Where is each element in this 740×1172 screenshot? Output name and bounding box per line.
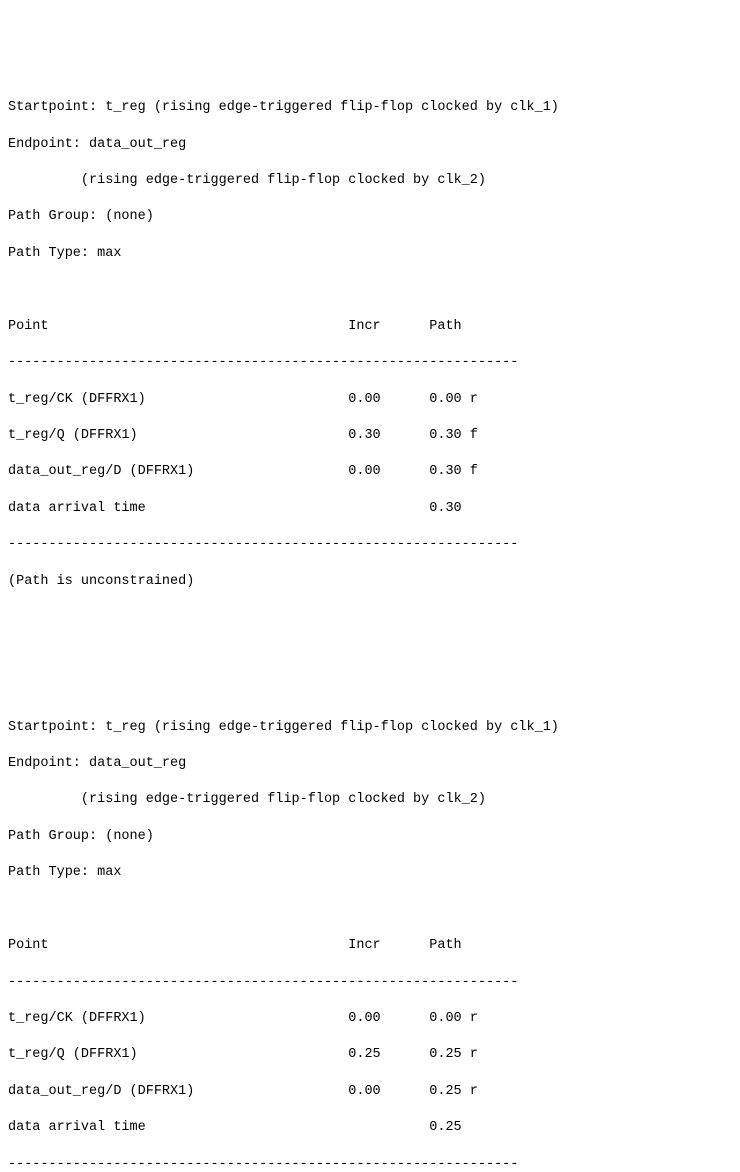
table-row: t_reg/CK (DFFRX1)0.000.00 r <box>8 1010 732 1028</box>
incr-cell: 0.00 <box>348 1083 429 1101</box>
path-group-value: (none) <box>105 829 154 844</box>
path-type-value: max <box>97 246 121 261</box>
point-cell: data_out_reg/D (DFFRX1) <box>8 1083 348 1101</box>
col-point-header: Point <box>8 318 348 336</box>
table-row: data_out_reg/D (DFFRX1)0.000.30 f <box>8 463 732 481</box>
path-cell: 0.30 f <box>429 463 510 481</box>
startpoint-line: Startpoint: t_reg (rising edge-triggered… <box>8 719 732 737</box>
path-group-label: Path Group: <box>8 829 105 844</box>
path-cell: 0.00 r <box>429 391 510 409</box>
timing-report-1: Startpoint: t_reg (rising edge-triggered… <box>8 81 732 609</box>
blank-line <box>8 901 732 919</box>
table-row: t_reg/Q (DFFRX1)0.250.25 r <box>8 1046 732 1064</box>
endpoint-value: data_out_reg <box>89 137 186 152</box>
startpoint-line: Startpoint: t_reg (rising edge-triggered… <box>8 99 732 117</box>
point-cell: t_reg/Q (DFFRX1) <box>8 1046 348 1064</box>
incr-cell: 0.00 <box>348 391 429 409</box>
point-cell: t_reg/CK (DFFRX1) <box>8 391 348 409</box>
path-cell: 0.30 f <box>429 427 510 445</box>
incr-cell: 0.25 <box>348 1046 429 1064</box>
endpoint-detail: (rising edge-triggered flip-flop clocked… <box>8 791 732 809</box>
incr-cell: 0.00 <box>348 463 429 481</box>
point-cell: data arrival time <box>8 1119 348 1137</box>
timing-report-2: Startpoint: t_reg (rising edge-triggered… <box>8 700 732 1172</box>
col-incr-header: Incr <box>348 937 429 955</box>
col-path-header: Path <box>429 937 510 955</box>
startpoint-value: t_reg (rising edge-triggered flip-flop c… <box>105 100 559 115</box>
endpoint-value: data_out_reg <box>89 756 186 771</box>
path-group-line: Path Group: (none) <box>8 208 732 226</box>
table-header: PointIncrPath <box>8 318 732 336</box>
table-row: data arrival time 0.30 <box>8 500 732 518</box>
path-cell: 0.00 r <box>429 1010 510 1028</box>
path-group-label: Path Group: <box>8 209 105 224</box>
path-type-value: max <box>97 865 121 880</box>
path-group-line: Path Group: (none) <box>8 828 732 846</box>
divider-bottom: ----------------------------------------… <box>8 536 732 554</box>
divider-top: ----------------------------------------… <box>8 354 732 372</box>
table-row: t_reg/CK (DFFRX1)0.000.00 r <box>8 391 732 409</box>
endpoint-line: Endpoint: data_out_reg <box>8 136 732 154</box>
endpoint-label: Endpoint: <box>8 756 89 771</box>
startpoint-value: t_reg (rising edge-triggered flip-flop c… <box>105 720 559 735</box>
endpoint-label: Endpoint: <box>8 137 89 152</box>
path-type-line: Path Type: max <box>8 245 732 263</box>
blank-line <box>8 281 732 299</box>
col-path-header: Path <box>429 318 510 336</box>
point-cell: t_reg/CK (DFFRX1) <box>8 1010 348 1028</box>
path-cell: 0.25 <box>429 1119 510 1137</box>
path-type-label: Path Type: <box>8 865 97 880</box>
divider-bottom: ----------------------------------------… <box>8 1156 732 1172</box>
divider-top: ----------------------------------------… <box>8 974 732 992</box>
path-cell: 0.25 r <box>429 1083 510 1101</box>
incr-cell: 0.00 <box>348 1010 429 1028</box>
point-cell: data arrival time <box>8 500 348 518</box>
table-row: data arrival time 0.25 <box>8 1119 732 1137</box>
path-group-value: (none) <box>105 209 154 224</box>
point-cell: data_out_reg/D (DFFRX1) <box>8 463 348 481</box>
path-type-label: Path Type: <box>8 246 97 261</box>
table-header: PointIncrPath <box>8 937 732 955</box>
col-point-header: Point <box>8 937 348 955</box>
endpoint-line: Endpoint: data_out_reg <box>8 755 732 773</box>
blank-line <box>8 664 732 682</box>
blank-line <box>8 627 732 645</box>
point-cell: t_reg/Q (DFFRX1) <box>8 427 348 445</box>
table-row: data_out_reg/D (DFFRX1)0.000.25 r <box>8 1083 732 1101</box>
status-line: (Path is unconstrained) <box>8 573 732 591</box>
path-cell: 0.25 r <box>429 1046 510 1064</box>
incr-cell: 0.30 <box>348 427 429 445</box>
endpoint-detail: (rising edge-triggered flip-flop clocked… <box>8 172 732 190</box>
path-cell: 0.30 <box>429 500 510 518</box>
startpoint-label: Startpoint: <box>8 100 105 115</box>
path-type-line: Path Type: max <box>8 864 732 882</box>
table-row: t_reg/Q (DFFRX1)0.300.30 f <box>8 427 732 445</box>
startpoint-label: Startpoint: <box>8 720 105 735</box>
col-incr-header: Incr <box>348 318 429 336</box>
